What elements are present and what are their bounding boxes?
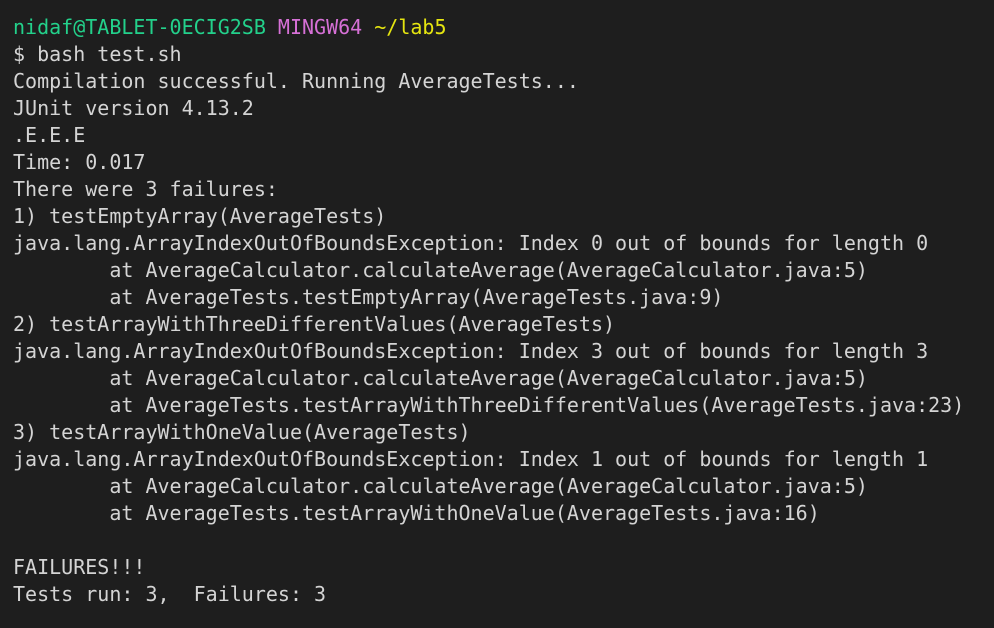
output-line: java.lang.ArrayIndexOutOfBoundsException… [13, 339, 929, 363]
output-line: Time: 0.017 [13, 150, 146, 174]
output-line: java.lang.ArrayIndexOutOfBoundsException… [13, 231, 929, 255]
output-line: Tests run: 3, Failures: 3 [13, 582, 327, 606]
output-line: at AverageCalculator.calculateAverage(Av… [13, 366, 868, 390]
output-line: java.lang.ArrayIndexOutOfBoundsException… [13, 447, 929, 471]
output-line: There were 3 failures: [13, 177, 278, 201]
prompt-path: ~/lab5 [374, 15, 447, 39]
output-line: FAILURES!!! [13, 555, 146, 579]
output-line: JUnit version 4.13.2 [13, 96, 254, 120]
prompt-system: MINGW64 [277, 15, 363, 39]
terminal-window[interactable]: nidaf@TABLET-0ECIG2SB MINGW64 ~/lab5 $ b… [0, 0, 994, 628]
output-line: 2) testArrayWithThreeDifferentValues(Ave… [13, 312, 616, 336]
output-line: at AverageCalculator.calculateAverage(Av… [13, 474, 868, 498]
output-line: at AverageTests.testEmptyArray(AverageTe… [13, 285, 724, 309]
output-line: at AverageTests.testArrayWithOneValue(Av… [13, 501, 820, 525]
command-line: $ bash test.sh [13, 42, 182, 66]
output-line: 1) testEmptyArray(AverageTests) [13, 204, 387, 228]
output-line: at AverageTests.testArrayWithThreeDiffer… [13, 393, 965, 417]
output-line: Compilation successful. Running AverageT… [13, 69, 579, 93]
output-line: .E.E.E [13, 123, 86, 147]
output-line: 3) testArrayWithOneValue(AverageTests) [13, 420, 471, 444]
prompt-user-host: nidaf@TABLET-0ECIG2SB [13, 15, 266, 39]
prompt-line: nidaf@TABLET-0ECIG2SB MINGW64 ~/lab5 [13, 14, 994, 41]
output-line: at AverageCalculator.calculateAverage(Av… [13, 258, 868, 282]
